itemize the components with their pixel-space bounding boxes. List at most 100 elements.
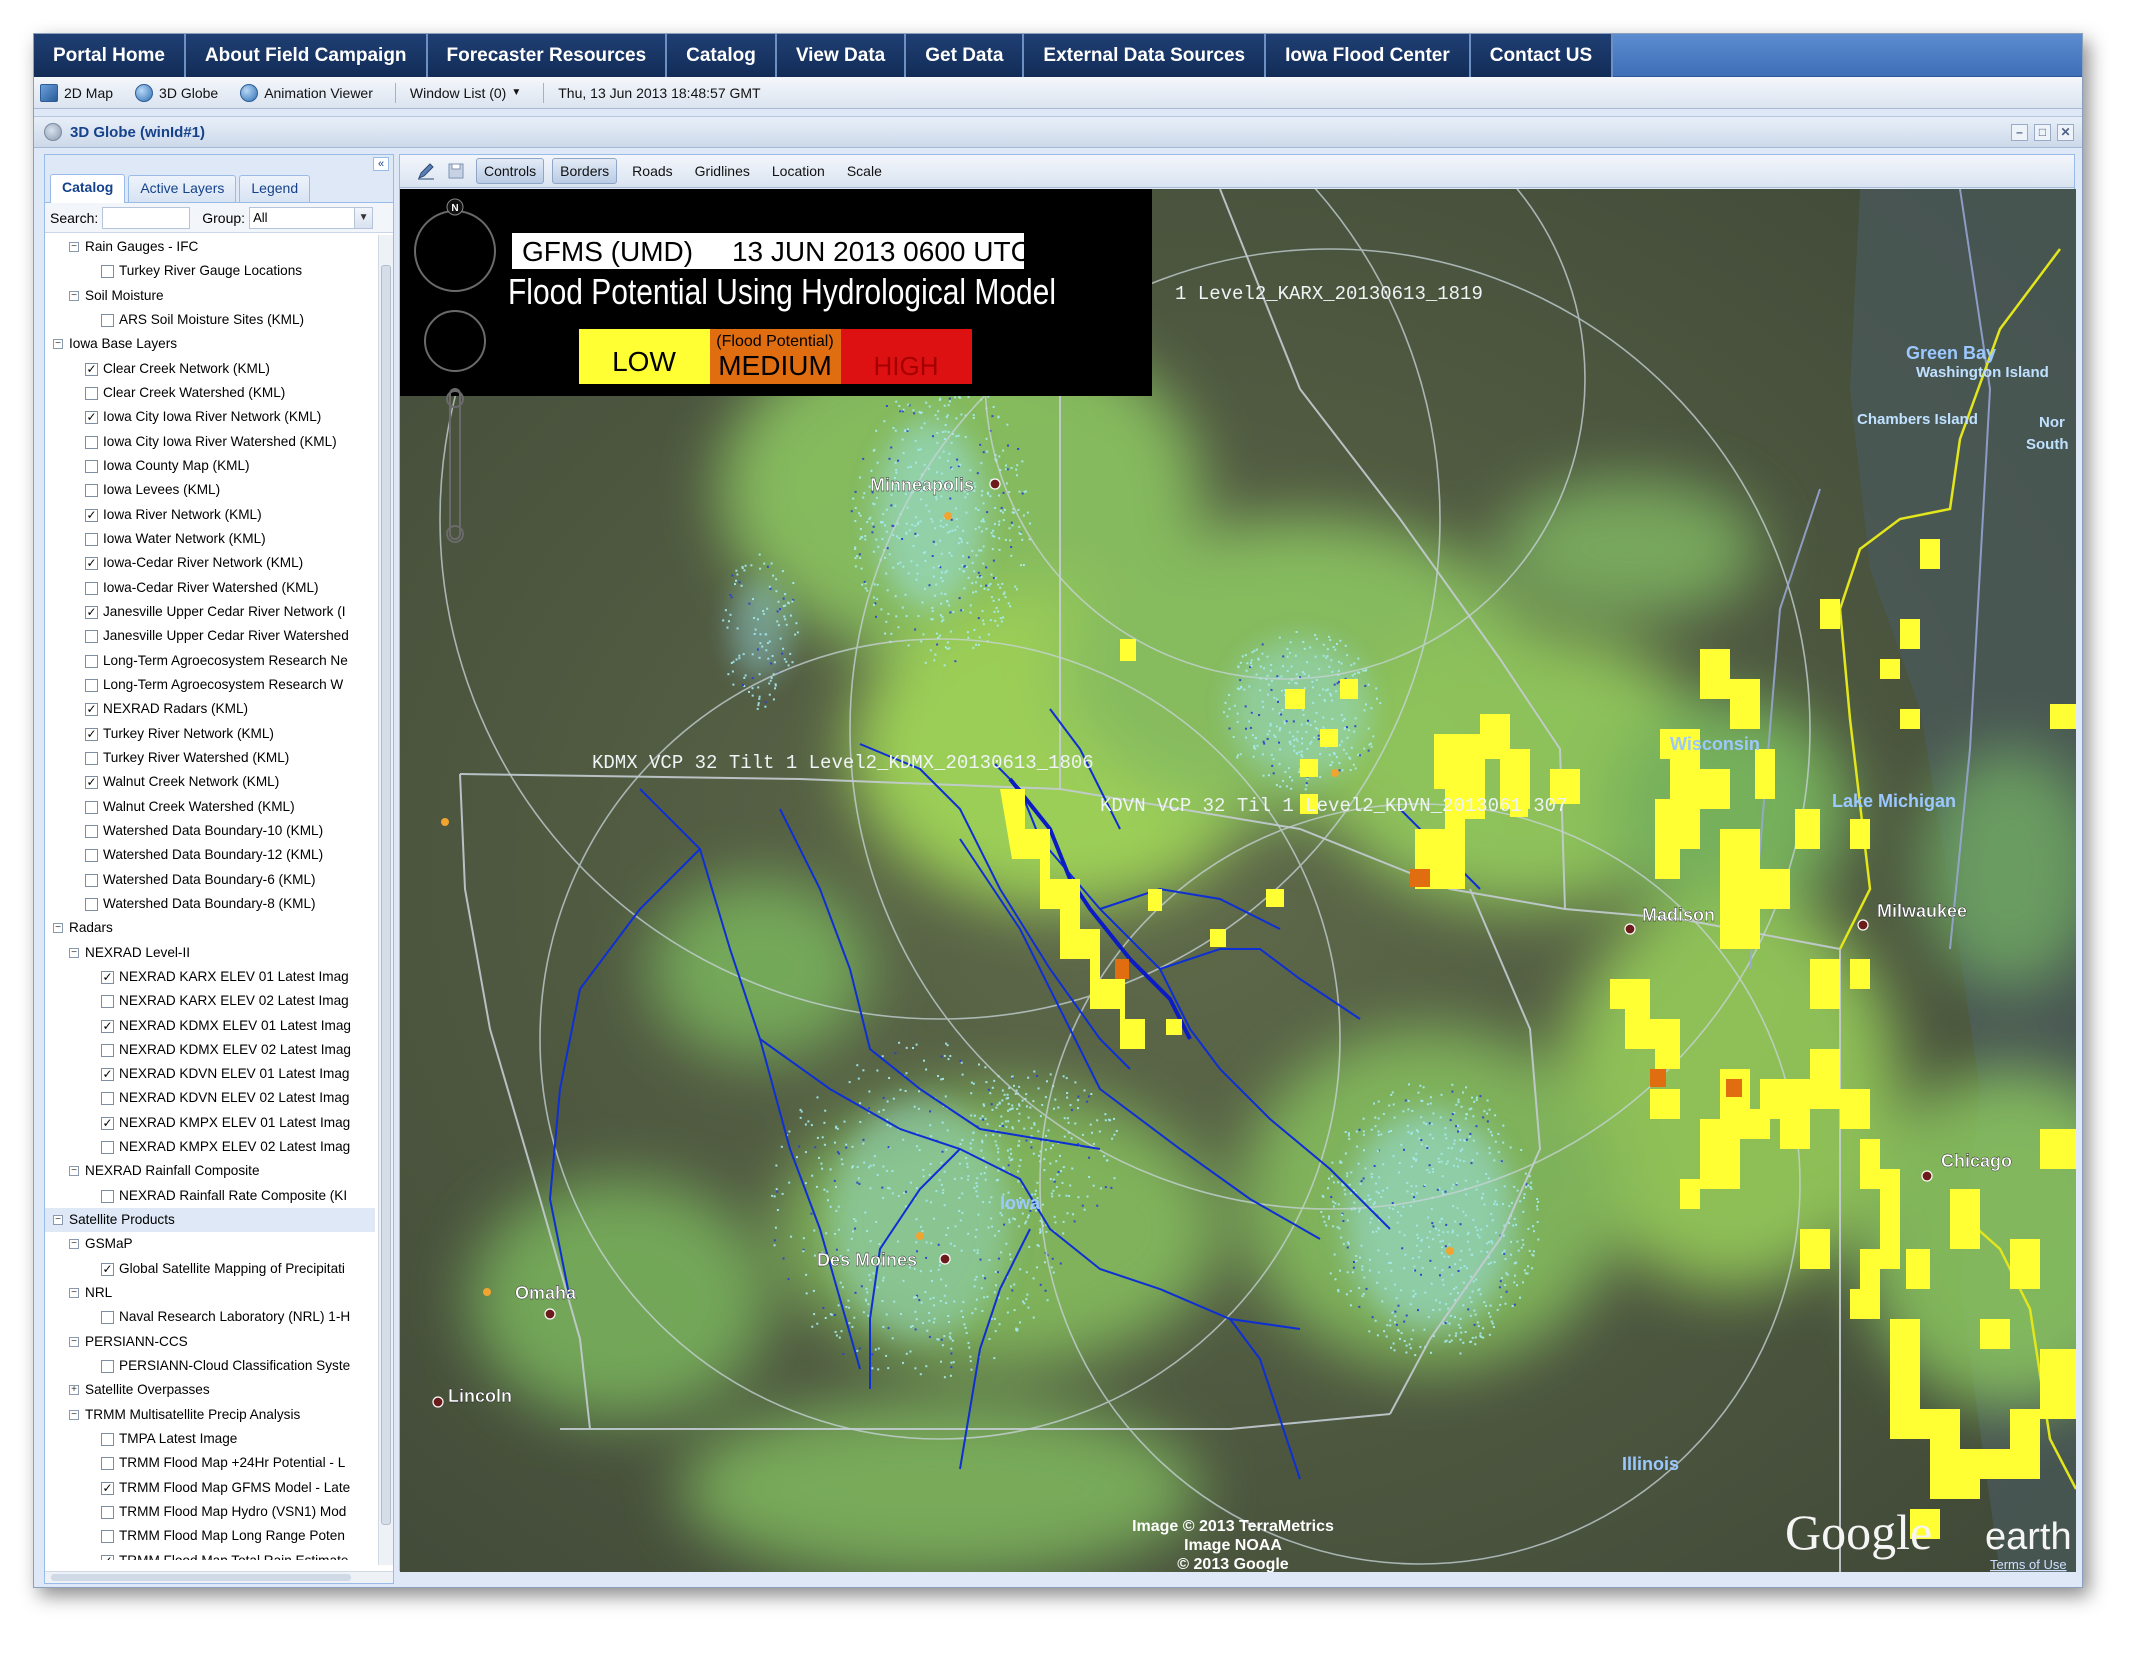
tree-node[interactable]: Watershed Data Boundary-12 (KML)	[45, 843, 375, 867]
tree-node[interactable]: Iowa Levees (KML)	[45, 478, 375, 502]
tree-node[interactable]: TMPA Latest Image	[45, 1427, 375, 1451]
window-list-dropdown[interactable]: Window List (0) ▼	[410, 85, 521, 101]
tree-node[interactable]: NEXRAD KDVN ELEV 02 Latest Imag	[45, 1086, 375, 1110]
tree-node[interactable]: TRMM Flood Map Hydro (VSN1) Mod	[45, 1500, 375, 1524]
tree-node[interactable]: PERSIANN-Cloud Classification Syste	[45, 1354, 375, 1378]
layer-checkbox[interactable]	[85, 532, 98, 546]
nav-portal-home[interactable]: Portal Home	[34, 34, 186, 77]
tree-node[interactable]: ✓ Global Satellite Mapping of Precipitati	[45, 1257, 375, 1281]
controls-toggle[interactable]: Controls	[476, 158, 545, 184]
tree-node[interactable]: NEXRAD Rainfall Rate Composite (KI	[45, 1184, 375, 1208]
layer-checkbox[interactable]	[85, 800, 98, 814]
layer-checkbox[interactable]	[85, 873, 98, 887]
collapse-node-icon[interactable]: −	[53, 1215, 63, 1226]
layer-checkbox-checked[interactable]: ✓	[101, 1068, 114, 1082]
layer-checkbox[interactable]	[101, 1141, 114, 1155]
search-input[interactable]	[102, 206, 191, 229]
tree-node[interactable]: − Iowa Base Layers	[45, 332, 375, 356]
layer-checkbox[interactable]	[101, 1311, 114, 1325]
tree-node[interactable]: ✓ Turkey River Network (KML)	[45, 722, 375, 746]
layer-checkbox[interactable]	[101, 1530, 114, 1544]
layer-checkbox[interactable]	[101, 995, 114, 1009]
nav-iowa-flood-center[interactable]: Iowa Flood Center	[1266, 34, 1471, 77]
tree-node[interactable]: − Rain Gauges - IFC	[45, 235, 375, 259]
borders-toggle[interactable]: Borders	[552, 158, 618, 184]
tree-node[interactable]: − Soil Moisture	[45, 284, 375, 308]
tree-node[interactable]: − Radars	[45, 916, 375, 940]
layer-checkbox[interactable]	[101, 1433, 114, 1447]
tree-node[interactable]: NEXRAD KMPX ELEV 02 Latest Imag	[45, 1135, 375, 1159]
globe-3d-button[interactable]: 3D Globe	[135, 83, 218, 102]
layer-checkbox[interactable]	[85, 386, 98, 400]
tree-node[interactable]: ✓ Iowa City Iowa River Network (KML)	[45, 405, 375, 429]
layer-checkbox[interactable]	[85, 678, 98, 692]
pencil-icon[interactable]	[416, 161, 436, 181]
tree-node[interactable]: NEXRAD KARX ELEV 02 Latest Imag	[45, 989, 375, 1013]
layer-checkbox[interactable]	[101, 1506, 114, 1520]
maximize-icon[interactable]: □	[2034, 124, 2051, 141]
collapse-panel-icon[interactable]: «	[373, 157, 389, 171]
tab-active-layers[interactable]: Active Layers	[128, 175, 237, 202]
roads-toggle[interactable]: Roads	[625, 159, 679, 183]
layer-checkbox[interactable]	[85, 484, 98, 498]
tree-node[interactable]: − GSMaP	[45, 1232, 375, 1256]
tree-node[interactable]: − NRL	[45, 1281, 375, 1305]
close-icon[interactable]: ✕	[2057, 124, 2074, 141]
tree-node[interactable]: Iowa County Map (KML)	[45, 454, 375, 478]
layer-checkbox[interactable]	[101, 1092, 114, 1106]
layer-checkbox-checked[interactable]: ✓	[101, 1554, 114, 1560]
collapse-node-icon[interactable]: −	[69, 947, 79, 958]
tree-node[interactable]: ✓ Clear Creek Network (KML)	[45, 357, 375, 381]
tree-node[interactable]: Walnut Creek Watershed (KML)	[45, 795, 375, 819]
nav-forecaster-resources[interactable]: Forecaster Resources	[427, 34, 668, 77]
layer-checkbox-checked[interactable]: ✓	[101, 1481, 114, 1495]
layer-checkbox[interactable]	[85, 824, 98, 838]
layer-checkbox[interactable]	[85, 459, 98, 473]
tree-node[interactable]: Turkey River Watershed (KML)	[45, 746, 375, 770]
layer-checkbox-checked[interactable]: ✓	[85, 557, 98, 571]
tree-node[interactable]: Watershed Data Boundary-6 (KML)	[45, 868, 375, 892]
layer-checkbox[interactable]	[101, 313, 114, 327]
tree-node[interactable]: Watershed Data Boundary-8 (KML)	[45, 892, 375, 916]
scrollbar-thumb[interactable]	[51, 1574, 351, 1581]
tree-node[interactable]: Naval Research Laboratory (NRL) 1-H	[45, 1305, 375, 1329]
collapse-node-icon[interactable]: −	[69, 242, 79, 252]
tree-node[interactable]: ✓ NEXRAD KDMX ELEV 01 Latest Imag	[45, 1014, 375, 1038]
tab-catalog[interactable]: Catalog	[50, 174, 126, 203]
map-2d-button[interactable]: 2D Map	[40, 83, 113, 102]
layer-checkbox[interactable]	[101, 1043, 114, 1057]
tree-node[interactable]: Clear Creek Watershed (KML)	[45, 381, 375, 405]
layer-checkbox[interactable]	[101, 1360, 114, 1374]
layer-checkbox[interactable]	[85, 751, 98, 765]
tree-node[interactable]: ✓ Iowa River Network (KML)	[45, 503, 375, 527]
gridlines-toggle[interactable]: Gridlines	[688, 159, 757, 183]
layer-checkbox-checked[interactable]: ✓	[85, 727, 98, 741]
scrollbar-thumb[interactable]	[381, 265, 391, 1525]
layer-checkbox-checked[interactable]: ✓	[101, 1116, 114, 1130]
layer-checkbox[interactable]	[101, 1457, 114, 1471]
collapse-node-icon[interactable]: −	[69, 1288, 79, 1299]
tree-node[interactable]: TRMM Flood Map Long Range Poten	[45, 1524, 375, 1548]
tree-node[interactable]: ✓ TRMM Flood Map GFMS Model - Late	[45, 1476, 375, 1500]
layer-checkbox-checked[interactable]: ✓	[85, 776, 98, 790]
tree-node[interactable]: ✓ Janesville Upper Cedar River Network (I	[45, 600, 375, 624]
nav-catalog[interactable]: Catalog	[667, 34, 777, 77]
layer-checkbox-checked[interactable]: ✓	[85, 508, 98, 522]
tree-node[interactable]: + Satellite Overpasses	[45, 1378, 375, 1402]
layer-checkbox[interactable]	[85, 435, 98, 449]
tree-node[interactable]: − NEXRAD Level-II	[45, 941, 375, 965]
layer-checkbox-checked[interactable]: ✓	[85, 362, 98, 376]
terms-of-use-link[interactable]: Terms of Use	[1990, 1557, 2067, 1572]
tree-vertical-scrollbar[interactable]	[378, 235, 393, 1565]
layer-checkbox-checked[interactable]: ✓	[85, 703, 98, 717]
layer-checkbox[interactable]	[85, 654, 98, 668]
tree-node[interactable]: Janesville Upper Cedar River Watershed	[45, 624, 375, 648]
tab-legend[interactable]: Legend	[239, 175, 311, 202]
layer-checkbox[interactable]	[101, 265, 114, 279]
tree-horizontal-scrollbar[interactable]	[45, 1571, 393, 1583]
nav-contact-us[interactable]: Contact US	[1470, 34, 1614, 77]
scale-toggle[interactable]: Scale	[840, 159, 889, 183]
tree-node[interactable]: ✓ Walnut Creek Network (KML)	[45, 770, 375, 794]
layer-checkbox-checked[interactable]: ✓	[85, 605, 98, 619]
tree-node[interactable]: Long-Term Agroecosystem Research Ne	[45, 649, 375, 673]
